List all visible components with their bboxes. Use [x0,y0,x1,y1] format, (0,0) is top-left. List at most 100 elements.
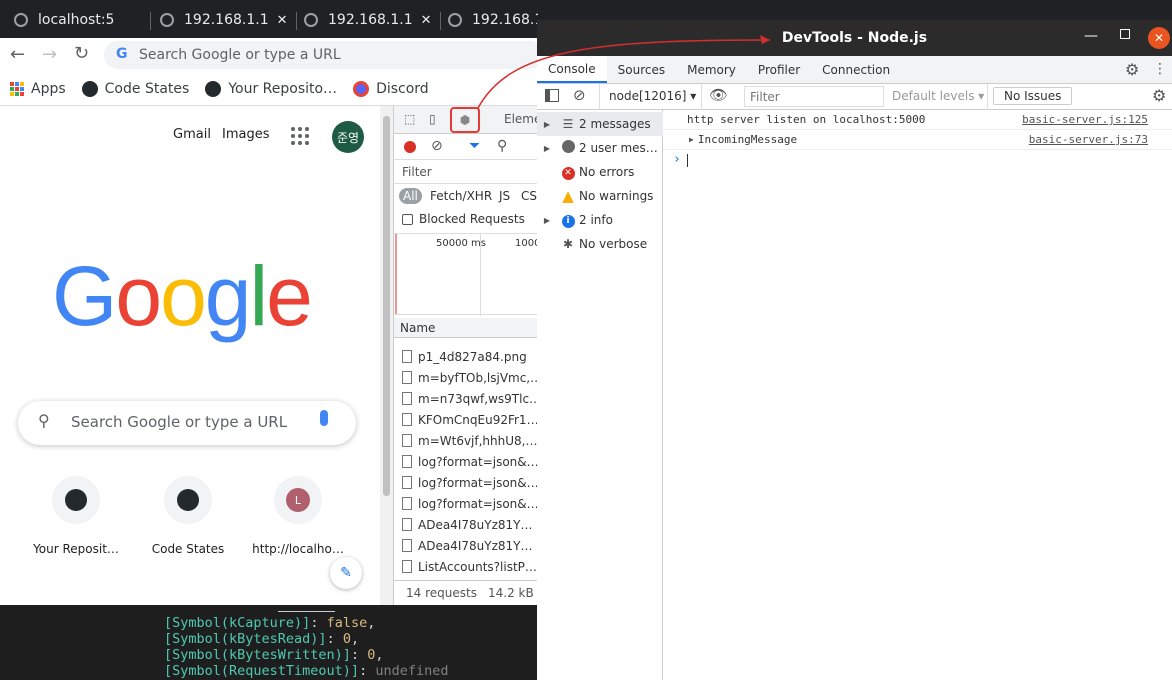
close-icon[interactable]: ✕ [421,13,432,28]
sidebar-item-info[interactable]: ▶ i 2 info [537,208,663,232]
tab-ip-2[interactable]: 192.168.1.1 ✕ [304,6,440,34]
reload-icon[interactable]: ↻ [74,43,89,64]
tab-console[interactable]: Console [537,56,607,83]
omnibox-placeholder: Search Google or type a URL [139,47,341,63]
request-row[interactable]: log?format=json&… [394,451,538,472]
gmail-link[interactable]: Gmail [173,127,211,142]
back-icon[interactable]: ← [10,44,25,65]
sidebar-toggle-icon[interactable] [545,89,559,102]
request-row[interactable]: log?format=json&… [394,493,538,514]
live-expression-eye-icon[interactable]: 👁 [709,86,728,104]
expand-arrow-icon[interactable]: ▶ [537,144,557,153]
file-icon [402,497,412,510]
google-g-icon: G [116,46,128,62]
filter-icon[interactable]: ⏷ [469,138,480,154]
omnibox[interactable]: G Search Google or type a URL [104,41,544,69]
expand-arrow-icon[interactable]: ▶ [689,135,694,144]
tab-memory[interactable]: Memory [676,56,747,83]
forward-icon[interactable]: → [42,44,57,65]
request-row[interactable]: m=n73qwf,ws9Tlc… [394,388,538,409]
console-settings-gear-icon[interactable]: ⚙ [1152,86,1166,105]
request-row[interactable]: log?format=json&… [394,472,538,493]
avatar[interactable]: 준영 [332,121,364,153]
tab-elements[interactable]: Eleme [504,112,538,126]
console-filter-input[interactable]: Filter [744,86,884,107]
sidebar-item-warnings[interactable]: ▲ No warnings [537,184,663,208]
customize-pencil-icon[interactable]: ✎ [330,557,362,589]
clear-icon[interactable]: ⊘ [431,138,443,154]
google-search-box[interactable]: ⚲ Search Google or type a URL [18,401,356,445]
issues-button[interactable]: No Issues [993,87,1073,105]
request-row[interactable]: p1_4d827a84.png [394,346,538,367]
blocked-requests-checkbox[interactable] [402,213,413,225]
tab-localhost[interactable]: localhost:5 [14,6,140,34]
transfer-size: 14.2 kB t [488,586,538,600]
file-icon [402,392,412,405]
default-levels-dropdown[interactable]: Default levels ▾ [892,89,984,103]
request-row[interactable]: m=Wt6vjf,hhhU8,… [394,430,538,451]
expand-arrow-icon[interactable]: ▶ [537,120,557,129]
expand-arrow-icon[interactable]: ▶ [537,216,557,225]
console-input-caret[interactable] [687,154,688,167]
docked-devtools-network: ⬚ ▯ ⬢ Eleme ⊘ ⏷ ⚲ Filter All Fetch/XHR J… [393,106,538,605]
context-selector[interactable]: node[12016] ▾ [609,89,696,103]
sidebar-item-errors[interactable]: ✕ No errors [537,160,663,184]
request-row[interactable]: m=byfTOb,lsjVmc,… [394,367,538,388]
console-message[interactable]: ▶ IncomingMessage basic-server.js:73 [663,130,1172,150]
request-row[interactable]: ADea4I78uYz81Y… [394,514,538,535]
request-row[interactable]: ListAccounts?listP… [394,556,538,577]
file-icon [402,539,412,552]
node-devtools-icon[interactable]: ⬢ [450,107,480,133]
error-icon: ✕ [557,164,579,180]
clear-console-icon[interactable]: ⊘ [573,86,586,104]
request-row[interactable]: KFOmCnqEu92Fr1… [394,409,538,430]
tab-ip-1[interactable]: 192.168.1.1 ✕ [160,6,296,34]
filter-js[interactable]: JS [499,189,510,203]
network-filter-input[interactable]: Filter [402,165,432,179]
sidebar-item-user-messages[interactable]: ▶ 2 user mes… [537,136,663,160]
source-link[interactable]: basic-server.js:125 [1022,113,1148,126]
browser-toolbar: ← → ↻ G Search Google or type a URL [0,38,544,72]
bookmark-discord[interactable]: Discord [353,80,429,97]
name-column-header[interactable]: Name [400,321,435,335]
settings-gear-icon[interactable]: ⚙ [1125,60,1139,79]
minimize-icon[interactable]: — [1084,28,1098,44]
images-link[interactable]: Images [222,127,270,142]
file-icon [402,560,412,573]
console-prompt-icon[interactable]: › [673,152,681,167]
inspect-element-icon[interactable]: ⬚ [404,112,415,126]
source-link[interactable]: basic-server.js:73 [1029,133,1148,146]
apps-launcher-icon[interactable] [291,127,309,145]
shortcut-your-repository[interactable]: Your Reposit… [18,476,134,556]
shortcut-localhost[interactable]: L http://localho… [240,476,356,556]
bookmark-your-repository[interactable]: Your Reposito… [205,80,337,97]
filter-css[interactable]: CSS [521,189,538,203]
more-options-icon[interactable]: ⋮ [1153,61,1167,77]
network-timeline[interactable]: 50000 ms 1000 [394,233,538,316]
tab-connection[interactable]: Connection [811,56,901,83]
close-icon[interactable]: ✕ [277,13,288,28]
record-icon[interactable] [404,141,416,153]
request-count: 14 requests [406,586,477,600]
bookmark-apps[interactable]: Apps [10,81,66,97]
tab-ip-3[interactable]: 192.168.1.1 [448,6,538,34]
page-scrollbar[interactable] [380,106,393,605]
microphone-icon[interactable] [320,410,328,426]
shortcut-code-states[interactable]: Code States [130,476,246,556]
filter-all[interactable]: All [399,188,422,204]
close-icon[interactable]: ✕ [1148,27,1170,49]
file-icon [402,476,412,489]
google-logo: Google [52,249,313,343]
tab-sources[interactable]: Sources [607,56,676,83]
maximize-icon[interactable] [1120,29,1130,39]
sidebar-item-messages[interactable]: ▶ ☰ 2 messages [537,112,663,136]
globe-icon [14,13,28,27]
device-toolbar-icon[interactable]: ▯ [429,112,436,126]
tab-profiler[interactable]: Profiler [747,56,811,83]
sidebar-item-verbose[interactable]: ✱ No verbose [537,232,663,256]
filter-fetch-xhr[interactable]: Fetch/XHR [430,189,492,203]
bookmark-code-states[interactable]: Code States [81,80,189,97]
console-toolbar: ⊘ node[12016] ▾ 👁 Filter Default levels … [537,84,1172,110]
request-row[interactable]: ADea4I78uYz81Y… [394,535,538,556]
search-icon[interactable]: ⚲ [497,138,507,154]
